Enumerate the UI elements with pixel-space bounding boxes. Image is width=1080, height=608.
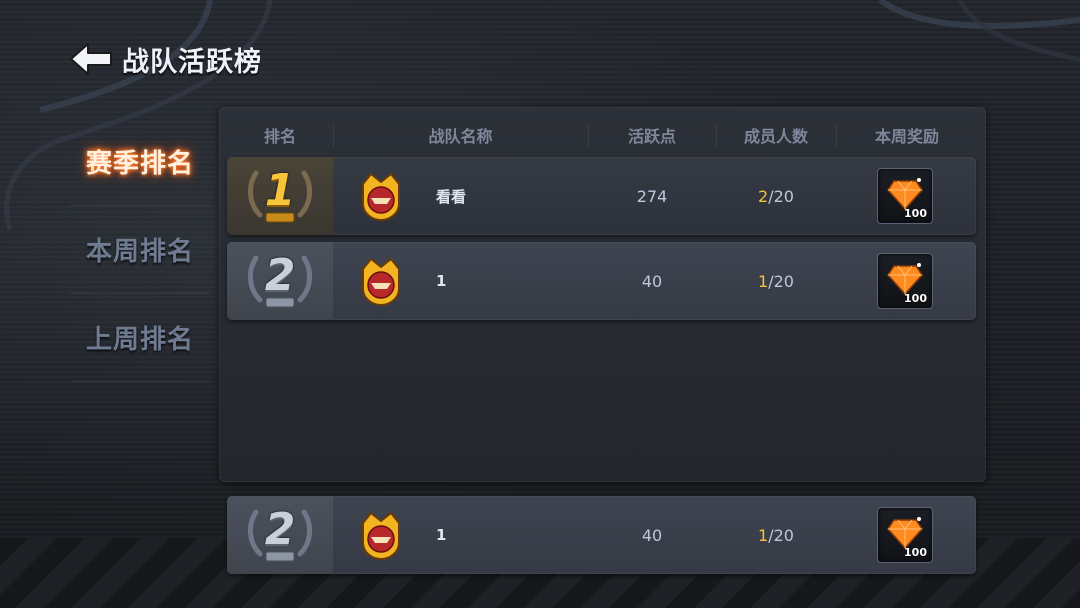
column-header-activity: 活跃点 bbox=[627, 127, 676, 146]
weekly-reward-item[interactable]: 100 bbox=[877, 253, 933, 309]
members-current: 1 bbox=[758, 525, 769, 545]
team-crown-emblem-icon bbox=[362, 257, 400, 307]
activity-points: 40 bbox=[641, 525, 663, 545]
team-emblem bbox=[357, 242, 405, 320]
page-title: 战队活跃榜 bbox=[122, 46, 262, 78]
table-row[interactable]: 2 1 40 1/20 100 bbox=[227, 242, 976, 320]
members-max: /20 bbox=[768, 271, 794, 291]
tab-label: 本周排名 bbox=[85, 237, 194, 267]
team-name: 1 bbox=[436, 272, 447, 290]
activity-points: 40 bbox=[641, 271, 663, 291]
reward-quantity: 100 bbox=[904, 546, 927, 559]
activity-points: 274 bbox=[636, 186, 668, 206]
team-name: 看看 bbox=[436, 187, 467, 206]
team-emblem bbox=[357, 496, 405, 574]
table-row[interactable]: 1 看看 274 2/20 100 bbox=[227, 157, 976, 235]
orange-gem-icon bbox=[887, 178, 923, 211]
team-emblem bbox=[357, 157, 405, 235]
column-header-members: 成员人数 bbox=[743, 127, 808, 146]
member-count: 1/20 bbox=[716, 242, 836, 320]
team-name: 1 bbox=[436, 526, 447, 544]
weekly-reward-item[interactable]: 100 bbox=[877, 168, 933, 224]
tab-last-week-ranking[interactable]: 上周排名 bbox=[70, 294, 210, 382]
team-crown-emblem-icon bbox=[362, 172, 400, 222]
rank-number: 2 bbox=[264, 250, 296, 301]
team-crown-emblem-icon bbox=[362, 511, 400, 561]
column-header-team-name: 战队名称 bbox=[428, 127, 493, 146]
orange-gem-icon bbox=[887, 263, 923, 296]
reward-quantity: 100 bbox=[904, 207, 927, 220]
rank-cell: 1 bbox=[227, 157, 333, 235]
rank-cell: 2 bbox=[227, 242, 333, 320]
reward-quantity: 100 bbox=[904, 292, 927, 305]
ranking-sidebar: 赛季排名 本周排名 上周排名 bbox=[70, 118, 210, 382]
members-current: 2 bbox=[758, 186, 769, 206]
member-count: 1/20 bbox=[716, 496, 836, 574]
my-team-row[interactable]: 2 1 40 1/20 100 bbox=[227, 496, 976, 574]
page-header: 战队活跃榜 bbox=[66, 38, 262, 80]
back-arrow-icon bbox=[70, 43, 112, 75]
rank-number: 2 bbox=[264, 504, 296, 555]
tab-label: 上周排名 bbox=[85, 325, 194, 355]
column-header-weekly-reward: 本周奖励 bbox=[874, 127, 939, 146]
tab-this-week-ranking[interactable]: 本周排名 bbox=[70, 206, 210, 294]
members-max: /20 bbox=[768, 525, 794, 545]
back-button[interactable] bbox=[66, 38, 116, 80]
members-max: /20 bbox=[768, 186, 794, 206]
column-header-rank: 排名 bbox=[263, 127, 296, 146]
weekly-reward-item[interactable]: 100 bbox=[877, 507, 933, 563]
member-count: 2/20 bbox=[716, 157, 836, 235]
tab-season-ranking[interactable]: 赛季排名 bbox=[70, 118, 210, 206]
tab-label: 赛季排名 bbox=[85, 149, 194, 179]
table-header: 排名 战队名称 活跃点 成员人数 本周奖励 bbox=[219, 121, 986, 149]
rank-number: 1 bbox=[264, 165, 296, 216]
members-current: 1 bbox=[758, 271, 769, 291]
orange-gem-icon bbox=[887, 517, 923, 550]
rank-cell: 2 bbox=[227, 496, 333, 574]
